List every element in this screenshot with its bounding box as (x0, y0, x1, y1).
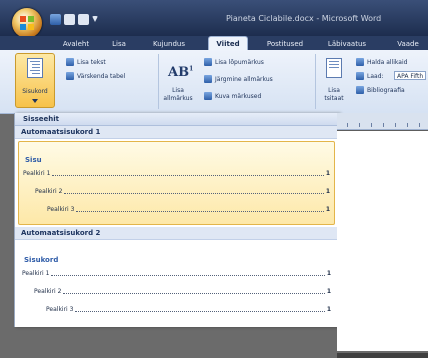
add-text-label: Lisa tekst (77, 58, 106, 66)
tab-avaleht[interactable]: Avaleht (58, 38, 94, 50)
style-icon (356, 72, 364, 80)
show-notes-label: Kuva märkused (215, 92, 262, 100)
toc-preview-heading: Sisu (25, 156, 42, 164)
footnote-icon: AB1 (168, 65, 194, 80)
document-area (337, 113, 428, 358)
ribbon: Sisukord Lisa tekst Värskenda tabel AB1 … (0, 50, 428, 114)
customize-qat-icon[interactable] (92, 16, 98, 22)
update-table-icon (66, 72, 74, 80)
window-title: Pianeta Ciclabile.docx - Microsoft Word (226, 14, 382, 23)
update-table-button[interactable]: Värskenda tabel (66, 71, 125, 81)
manage-sources-button[interactable]: Halda allikaid (356, 57, 407, 67)
horizontal-ruler[interactable] (337, 113, 428, 130)
next-footnote-icon (204, 75, 212, 83)
toc-line: Pealkiri 11 (22, 269, 331, 277)
toc-icon (27, 58, 43, 78)
endnote-icon (204, 58, 212, 66)
document-page[interactable] (337, 131, 428, 351)
toc-line: Pealkiri 21 (35, 187, 330, 195)
add-text-button[interactable]: Lisa tekst (66, 57, 106, 67)
next-footnote-button[interactable]: Järgmine allmärkus (204, 74, 273, 84)
toc-line: Pealkiri 31 (47, 205, 330, 213)
insert-footnote-label-2: allmärkus (163, 95, 193, 102)
toc-style-automatic-2[interactable]: Sisukord Pealkiri 11 Pealkiri 21 Pealkir… (18, 242, 335, 332)
insert-footnote-button[interactable]: AB1 Lisa allmärkus (160, 53, 196, 106)
ribbon-tabs: Avaleht Lisa Kujundus Viited Postitused … (0, 36, 428, 51)
bibliography-label: Bibliograafia (367, 86, 405, 94)
horizontal-scrollbar[interactable] (337, 353, 428, 358)
tab-postitused[interactable]: Postitused (262, 38, 308, 50)
toc-button[interactable]: Sisukord (15, 53, 55, 108)
tab-labivaatus[interactable]: Läbivaatus (322, 38, 372, 50)
add-text-icon (66, 58, 74, 66)
insert-endnote-label: Lisa lõpumärkus (215, 58, 264, 66)
show-notes-button[interactable]: Kuva märkused (204, 91, 261, 101)
office-logo-icon (20, 16, 34, 30)
show-notes-icon (204, 92, 212, 100)
tab-kujundus[interactable]: Kujundus (146, 38, 192, 50)
style-row: Laad: (356, 71, 384, 81)
group-separator (158, 54, 159, 109)
office-button[interactable] (12, 8, 42, 38)
tab-viited[interactable]: Viited (208, 36, 248, 51)
chevron-down-icon (32, 99, 38, 103)
toc-line: Pealkiri 31 (46, 305, 331, 313)
quick-access-toolbar (50, 12, 98, 26)
insert-citation-label-1: Lisa (328, 87, 340, 94)
gallery-section-title: Automaatsisukord 1 (15, 126, 338, 139)
bibliography-icon (356, 86, 364, 94)
save-icon[interactable] (50, 13, 61, 25)
redo-icon[interactable] (78, 13, 89, 25)
insert-citation-label-2: tsitaat (324, 95, 344, 102)
undo-icon[interactable] (64, 13, 75, 25)
toc-preview-heading: Sisukord (24, 256, 59, 264)
style-select[interactable]: APA Fifth (394, 71, 426, 80)
insert-citation-button[interactable]: Lisa tsitaat (317, 53, 351, 106)
tab-lisa[interactable]: Lisa (106, 38, 132, 50)
toc-line: Pealkiri 21 (34, 287, 331, 295)
gallery-header: Sisseehit (15, 113, 338, 126)
gallery-section-title: Automaatsisukord 2 (15, 227, 338, 240)
next-footnote-label: Järgmine allmärkus (215, 75, 273, 83)
group-separator (315, 54, 316, 109)
manage-sources-icon (356, 58, 364, 66)
title-bar: Pianeta Ciclabile.docx - Microsoft Word (0, 0, 428, 38)
bibliography-button[interactable]: Bibliograafia (356, 85, 405, 95)
toc-label: Sisukord (22, 88, 48, 95)
insert-endnote-button[interactable]: Lisa lõpumärkus (204, 57, 264, 67)
citation-icon (326, 58, 342, 78)
tab-vaade[interactable]: Vaade (390, 38, 426, 50)
update-table-label: Värskenda tabel (77, 72, 126, 80)
style-label: Laad: (367, 72, 384, 80)
insert-footnote-label-1: Lisa (172, 87, 184, 94)
toc-line: Pealkiri 11 (23, 169, 330, 177)
manage-sources-label: Halda allikaid (367, 58, 408, 66)
toc-style-automatic-1[interactable]: Sisu Pealkiri 11 Pealkiri 21 Pealkiri 31 (18, 141, 335, 225)
toc-gallery: Sisseehit Automaatsisukord 1 Sisu Pealki… (14, 113, 339, 327)
